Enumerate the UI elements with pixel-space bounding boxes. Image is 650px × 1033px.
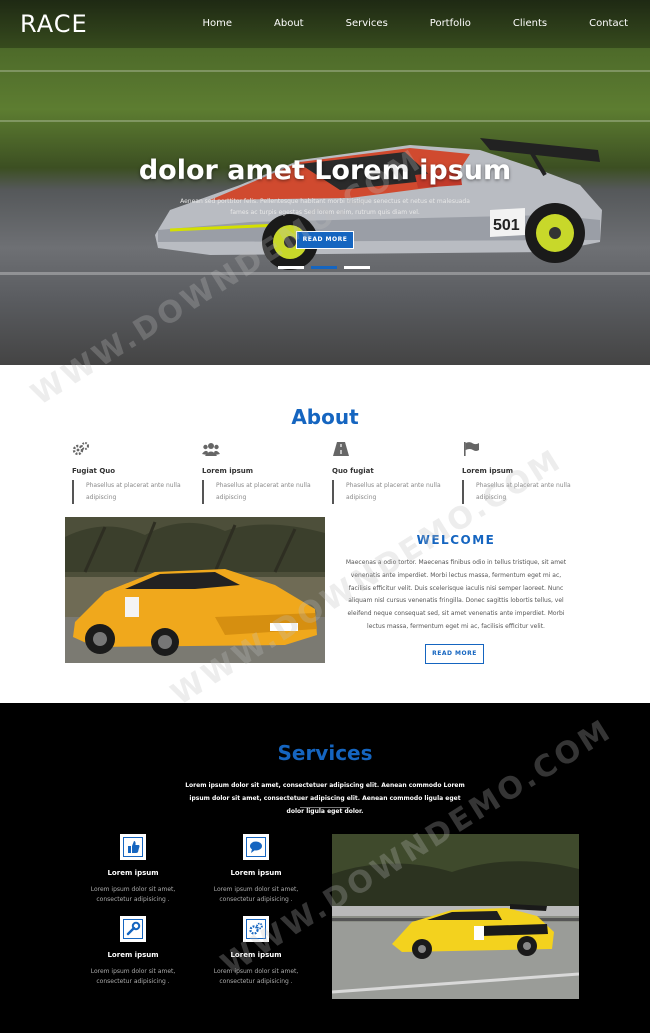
wrench-icon (123, 919, 143, 939)
nav-link-clients[interactable]: Clients (513, 18, 547, 29)
slider-dot[interactable] (278, 266, 304, 269)
yellow-car-photo (65, 517, 325, 663)
service-desc: Lorem ipsum dolor sit amet, consectetur … (90, 968, 176, 985)
feature-desc: Phasellus at placerat ante nulla adipisc… (462, 480, 582, 504)
svg-text:501: 501 (493, 217, 520, 234)
flag-icon (462, 441, 480, 457)
about-section: About Fugiat Quo Phasellus at placerat a… (0, 365, 650, 703)
feature-desc: Phasellus at placerat ante nulla adipisc… (202, 480, 322, 504)
hero-banner: 501 RACE Home About Services Portfolio C… (0, 0, 650, 365)
nav-links: Home About Services Portfolio Clients Co… (161, 18, 629, 29)
feature-title: Fugiat Quo (72, 467, 116, 475)
welcome-text: Maecenas a odio tortor. Maecenas finibus… (345, 559, 567, 630)
feature-desc: Phasellus at placerat ante nulla adipisc… (72, 480, 192, 504)
service-icon-box (243, 916, 269, 942)
slider-dot[interactable] (344, 266, 370, 269)
race-car-track-photo (332, 834, 579, 999)
feature-title: Quo fugiat (332, 467, 374, 475)
feature-title: Lorem ipsum (202, 467, 254, 475)
nav-link-home[interactable]: Home (203, 18, 233, 29)
about-read-more-button[interactable]: READ MORE (425, 644, 484, 664)
service-title: Lorem ipsum (107, 869, 159, 877)
motion-blur-stripe (0, 70, 650, 72)
service-desc: Lorem ipsum dolor sit amet, consectetur … (213, 968, 299, 985)
service-title: Lorem ipsum (107, 951, 159, 959)
nav-link-contact[interactable]: Contact (589, 18, 628, 29)
service-title: Lorem ipsum (230, 951, 282, 959)
services-title: Services (277, 741, 373, 765)
road-line (0, 272, 650, 275)
about-title: About (291, 405, 359, 429)
service-icon-box (120, 834, 146, 860)
slider-dots (278, 266, 370, 269)
service-icon-box (243, 834, 269, 860)
service-item: Lorem ipsum Lorem ipsum dolor sit amet, … (78, 916, 188, 987)
hero-title: dolor amet Lorem ipsum (138, 155, 512, 186)
motion-blur-stripe (0, 120, 650, 122)
service-item: Lorem ipsum Lorem ipsum dolor sit amet, … (201, 916, 311, 987)
nav-link-services[interactable]: Services (346, 18, 388, 29)
nav-link-portfolio[interactable]: Portfolio (430, 18, 471, 29)
service-item: Lorem ipsum Lorem ipsum dolor sit amet, … (78, 834, 188, 905)
users-icon (202, 441, 220, 457)
service-desc: Lorem ipsum dolor sit amet, consectetur … (213, 886, 299, 903)
services-section: Services Lorem ipsum dolor sit amet, con… (0, 703, 650, 1033)
hero-read-more-button[interactable]: READ MORE (296, 231, 354, 249)
feature-item: Fugiat Quo Phasellus at placerat ante nu… (72, 441, 192, 504)
feature-item: Lorem ipsum Phasellus at placerat ante n… (202, 441, 322, 504)
service-desc: Lorem ipsum dolor sit amet, consectetur … (90, 886, 176, 903)
service-icon-box (120, 916, 146, 942)
gears-icon (72, 441, 90, 457)
services-intro: Lorem ipsum dolor sit amet, consectetuer… (185, 782, 465, 815)
divider (300, 807, 350, 808)
thumbs-up-icon (123, 837, 143, 857)
service-title: Lorem ipsum (230, 869, 282, 877)
hero-subtitle: Aenean sed porttitor felis. Pellentesque… (180, 198, 470, 216)
feature-desc: Phasellus at placerat ante nulla adipisc… (332, 480, 452, 504)
slider-dot-active[interactable] (311, 266, 337, 269)
site-logo[interactable]: RACE (20, 10, 88, 38)
top-nav: RACE Home About Services Portfolio Clien… (0, 0, 650, 48)
welcome-title: WELCOME (416, 533, 496, 547)
comment-icon (246, 837, 266, 857)
road-icon (332, 441, 350, 457)
feature-item: Quo fugiat Phasellus at placerat ante nu… (332, 441, 452, 504)
feature-title: Lorem ipsum (462, 467, 514, 475)
feature-item: Lorem ipsum Phasellus at placerat ante n… (462, 441, 582, 504)
gears-icon (246, 919, 266, 939)
service-item: Lorem ipsum Lorem ipsum dolor sit amet, … (201, 834, 311, 905)
nav-link-about[interactable]: About (274, 18, 304, 29)
